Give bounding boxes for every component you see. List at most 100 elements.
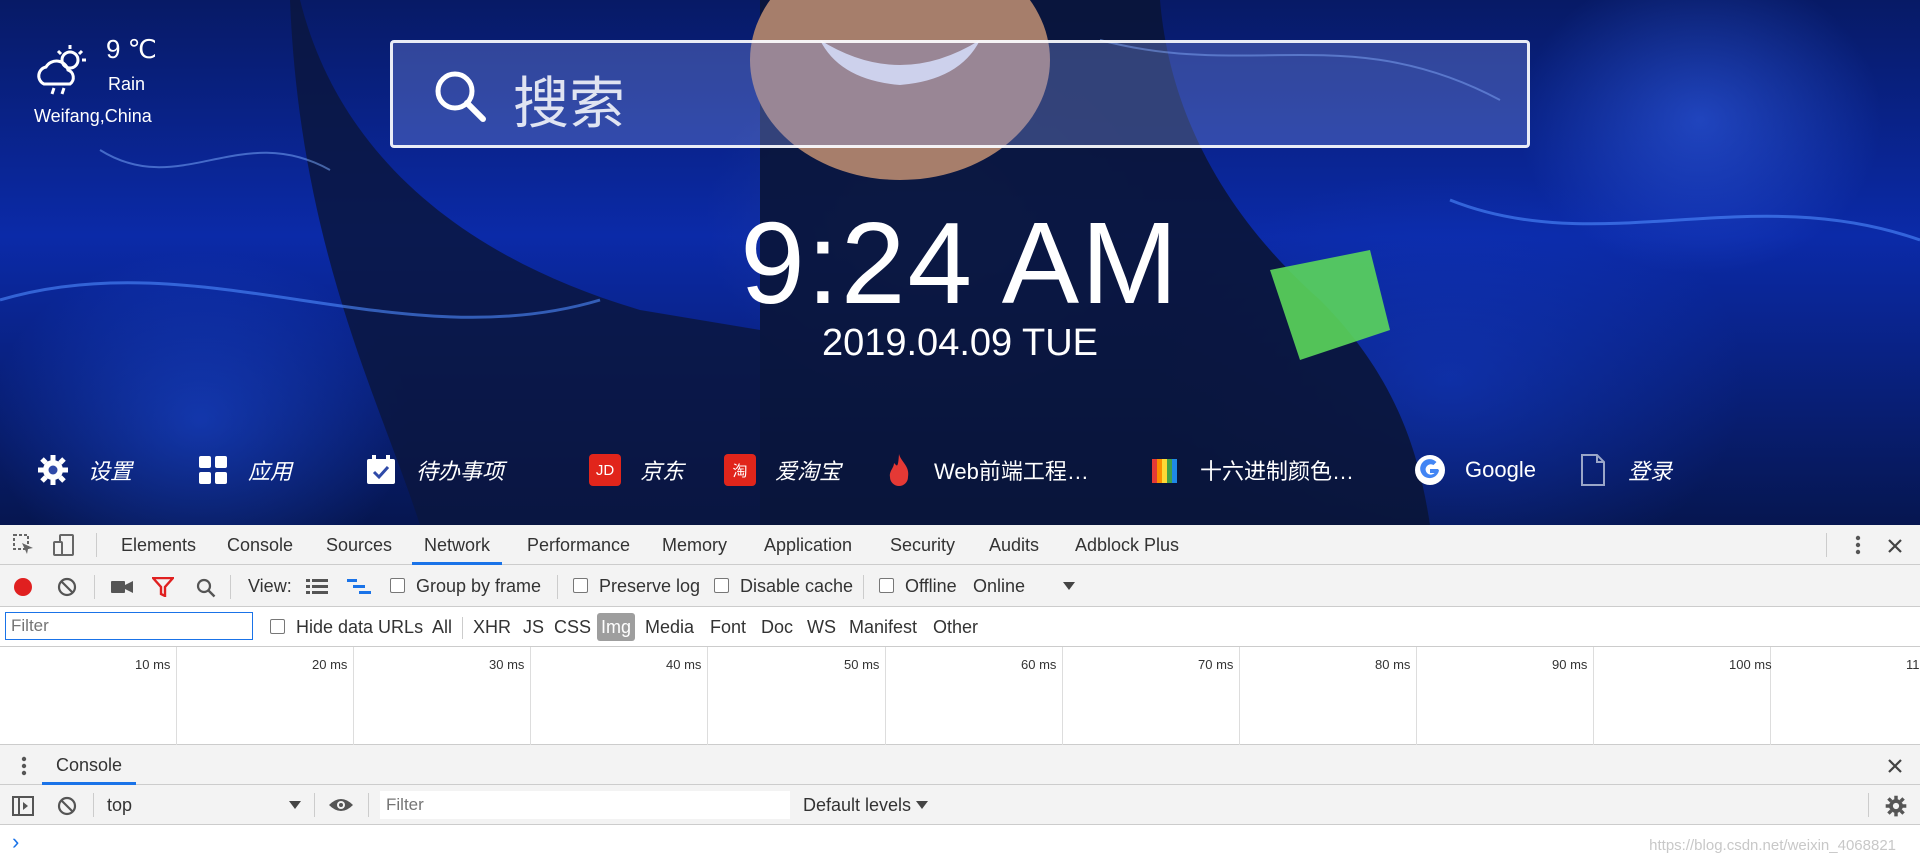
filter-type-media[interactable]: Media bbox=[641, 613, 698, 641]
shortcut-label: 设置 bbox=[88, 459, 133, 484]
filter-type-doc[interactable]: Doc bbox=[757, 613, 797, 641]
filter-type-img[interactable]: Img bbox=[597, 613, 636, 641]
shortcut-label: 十六进制颜色… bbox=[1200, 459, 1355, 484]
shortcut-web-frontend[interactable]: Web前端工程… bbox=[882, 448, 1089, 492]
shortcut-settings[interactable]: 设置 bbox=[36, 448, 132, 492]
tab-performance[interactable]: Performance bbox=[527, 525, 630, 565]
gear-icon bbox=[36, 453, 70, 487]
toolbar-divider bbox=[863, 575, 864, 599]
shortcut-google[interactable]: Google bbox=[1413, 448, 1536, 492]
clear-console-icon[interactable] bbox=[56, 795, 78, 817]
hide-data-urls-label: Hide data URLs bbox=[296, 617, 424, 637]
eye-icon[interactable] bbox=[328, 795, 354, 815]
chevron-down-icon[interactable] bbox=[288, 800, 302, 810]
disable-cache-checkbox[interactable] bbox=[714, 578, 729, 593]
filter-type-css[interactable]: CSS bbox=[550, 613, 595, 641]
shortcut-bar: 设置 应用 待办事项 JD 京东 淘 爱淘宝 Web前端工程… 十六进制颜色… … bbox=[0, 448, 1920, 492]
chevron-down-icon[interactable] bbox=[915, 800, 929, 810]
hide-data-urls-checkbox[interactable] bbox=[270, 619, 285, 634]
search-icon[interactable] bbox=[195, 577, 217, 599]
toolbar-divider bbox=[557, 575, 558, 599]
devtools-tab-bar: Elements Console Sources Network Perform… bbox=[0, 525, 1920, 565]
search-input[interactable]: 搜索 bbox=[390, 40, 1530, 148]
group-by-frame-checkbox[interactable] bbox=[390, 578, 405, 593]
jd-icon: JD bbox=[588, 453, 622, 487]
timeline-overview[interactable]: 10 ms 20 ms 30 ms 40 ms 50 ms 60 ms 70 ms 80 ms… bbox=[0, 647, 1920, 745]
capture-screenshots-icon[interactable] bbox=[110, 577, 134, 597]
filter-type-js[interactable]: JS bbox=[519, 613, 548, 641]
shortcut-todo[interactable]: 待办事项 bbox=[364, 448, 504, 492]
record-icon[interactable] bbox=[12, 576, 34, 598]
large-rows-icon[interactable] bbox=[306, 578, 328, 596]
console-filter-input[interactable] bbox=[380, 791, 790, 819]
google-icon bbox=[1413, 453, 1447, 487]
search-placeholder: 搜索 bbox=[513, 72, 625, 137]
shortcut-taobao[interactable]: 淘 爱淘宝 bbox=[723, 448, 841, 492]
document-icon bbox=[1576, 453, 1610, 487]
tab-elements[interactable]: Elements bbox=[121, 525, 196, 565]
apps-grid-icon bbox=[196, 453, 230, 487]
filter-type-other[interactable]: Other bbox=[929, 613, 982, 641]
offline-label: Offline bbox=[905, 576, 957, 596]
toolbar-divider bbox=[96, 533, 97, 557]
toolbar-divider bbox=[1868, 793, 1869, 817]
tab-console[interactable]: Console bbox=[227, 525, 293, 565]
watermark: https://blog.csdn.net/weixin_4068821 bbox=[1649, 837, 1896, 854]
shortcut-label: 应用 bbox=[248, 459, 293, 484]
view-label: View: bbox=[248, 576, 292, 596]
cloud-sun-rain-icon bbox=[37, 45, 86, 95]
shortcut-label: 爱淘宝 bbox=[775, 459, 842, 484]
drawer-tab-bar: Console bbox=[0, 745, 1920, 785]
filter-type-all[interactable]: All bbox=[428, 613, 456, 641]
clear-icon[interactable] bbox=[56, 576, 78, 598]
waterfall-view-icon[interactable] bbox=[347, 578, 371, 596]
filter-type-xhr[interactable]: XHR bbox=[469, 613, 515, 641]
devtools-panel: Elements Console Sources Network Perform… bbox=[0, 525, 1920, 867]
filter-icon[interactable] bbox=[152, 577, 174, 597]
preserve-log-checkbox[interactable] bbox=[573, 578, 588, 593]
drawer-tab-console[interactable]: Console bbox=[42, 745, 137, 785]
search-icon bbox=[435, 71, 486, 122]
drawer-menu-icon[interactable] bbox=[18, 755, 30, 777]
shortcut-login[interactable]: 登录 bbox=[1576, 448, 1672, 492]
shortcut-jd[interactable]: JD 京东 bbox=[588, 448, 684, 492]
toolbar-divider bbox=[94, 575, 95, 599]
console-prompt-icon: › bbox=[12, 829, 20, 854]
show-sidebar-icon[interactable] bbox=[12, 795, 34, 817]
filter-type-ws[interactable]: WS bbox=[803, 613, 840, 641]
weather-location: Weifang,China bbox=[34, 106, 152, 126]
chevron-down-icon[interactable] bbox=[1062, 581, 1076, 591]
shortcut-hex-color[interactable]: 十六进制颜色… bbox=[1148, 448, 1354, 492]
filter-type-font[interactable]: Font bbox=[706, 613, 750, 641]
close-drawer-icon[interactable] bbox=[1884, 755, 1906, 777]
tab-adblock-plus[interactable]: Adblock Plus bbox=[1075, 525, 1179, 565]
tab-network[interactable]: Network bbox=[412, 525, 503, 565]
tab-application[interactable]: Application bbox=[764, 525, 852, 565]
filter-type-manifest[interactable]: Manifest bbox=[845, 613, 921, 641]
throttling-select[interactable]: Online bbox=[973, 565, 1025, 607]
console-input-area[interactable]: › https://blog.csdn.net/weixin_4068821 bbox=[0, 825, 1920, 867]
tab-security[interactable]: Security bbox=[890, 525, 955, 565]
shortcut-label: Google bbox=[1465, 457, 1536, 482]
calendar-check-icon bbox=[364, 453, 398, 487]
network-filter-input[interactable] bbox=[5, 612, 253, 640]
tab-sources[interactable]: Sources bbox=[326, 525, 392, 565]
gear-icon[interactable] bbox=[1884, 794, 1908, 818]
toolbar-divider bbox=[1826, 533, 1827, 557]
tab-audits[interactable]: Audits bbox=[989, 525, 1039, 565]
new-tab-page: 9 ℃ Rain Weifang,China 搜索 9:24 AM 2019.0… bbox=[0, 0, 1920, 525]
shortcut-apps[interactable]: 应用 bbox=[196, 448, 292, 492]
offline-checkbox[interactable] bbox=[879, 578, 894, 593]
tab-memory[interactable]: Memory bbox=[662, 525, 727, 565]
group-by-frame-label: Group by frame bbox=[416, 576, 542, 596]
context-select[interactable]: top bbox=[107, 785, 132, 825]
device-toolbar-icon[interactable] bbox=[52, 534, 76, 556]
network-toolbar: View: Group by frame Preserve log Disabl… bbox=[0, 565, 1920, 607]
close-icon[interactable] bbox=[1884, 535, 1906, 557]
disable-cache-label: Disable cache bbox=[740, 576, 854, 596]
more-options-icon[interactable] bbox=[1848, 533, 1868, 557]
log-levels-select[interactable]: Default levels bbox=[803, 785, 911, 825]
inspect-element-icon[interactable] bbox=[12, 534, 36, 556]
toolbar-divider bbox=[368, 793, 369, 817]
temperature: 9 ℃ bbox=[106, 34, 157, 64]
